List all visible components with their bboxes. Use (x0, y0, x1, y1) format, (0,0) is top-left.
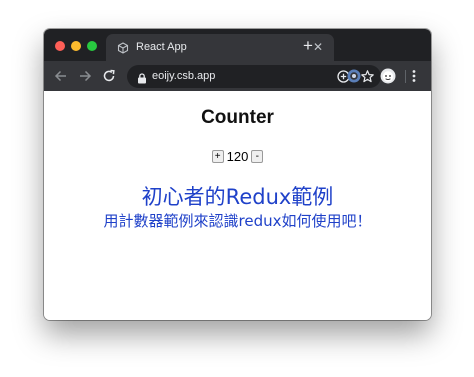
browser-toolbar: eoijy.csb.app (44, 61, 431, 91)
tab-title: React App (136, 41, 187, 53)
reload-icon[interactable] (101, 68, 117, 84)
codesandbox-cube-icon (117, 41, 129, 54)
page-content: Counter + 120 - 初心者的Redux範例 用計數器範例來認識red… (44, 91, 431, 320)
maximize-window-button[interactable] (87, 41, 97, 51)
new-tab-plus-icon[interactable]: + (300, 37, 316, 54)
counter-value: 120 (226, 148, 249, 164)
app-title: 初心者的Redux範例 (141, 185, 334, 209)
browser-menu-kebab-icon[interactable] (406, 68, 422, 84)
increment-button[interactable]: + (211, 149, 224, 163)
back-arrow-icon[interactable] (53, 68, 69, 84)
app-subtitle: 用計數器範例來認識redux如何使用吧！ (103, 212, 372, 230)
page-heading: Counter (201, 107, 274, 128)
profile-avatar-icon[interactable] (380, 68, 396, 84)
decrement-button[interactable]: - (251, 149, 264, 163)
extension-icon[interactable] (346, 68, 362, 84)
bookmark-star-icon[interactable] (360, 69, 375, 84)
screenshot-stage: React App ✕ + eoijy.csb.app Counter + 12… (0, 0, 474, 377)
close-window-button[interactable] (55, 41, 65, 51)
forward-arrow-icon[interactable] (77, 68, 93, 84)
browser-window: React App ✕ + eoijy.csb.app Counter + 12… (44, 29, 431, 320)
address-bar[interactable]: eoijy.csb.app (127, 65, 381, 88)
url-text: eoijy.csb.app (152, 70, 216, 82)
minimize-window-button[interactable] (71, 41, 81, 51)
tab-strip: React App ✕ + (44, 29, 431, 61)
lock-icon[interactable] (137, 71, 147, 84)
counter-controls: + 120 - (44, 148, 431, 164)
